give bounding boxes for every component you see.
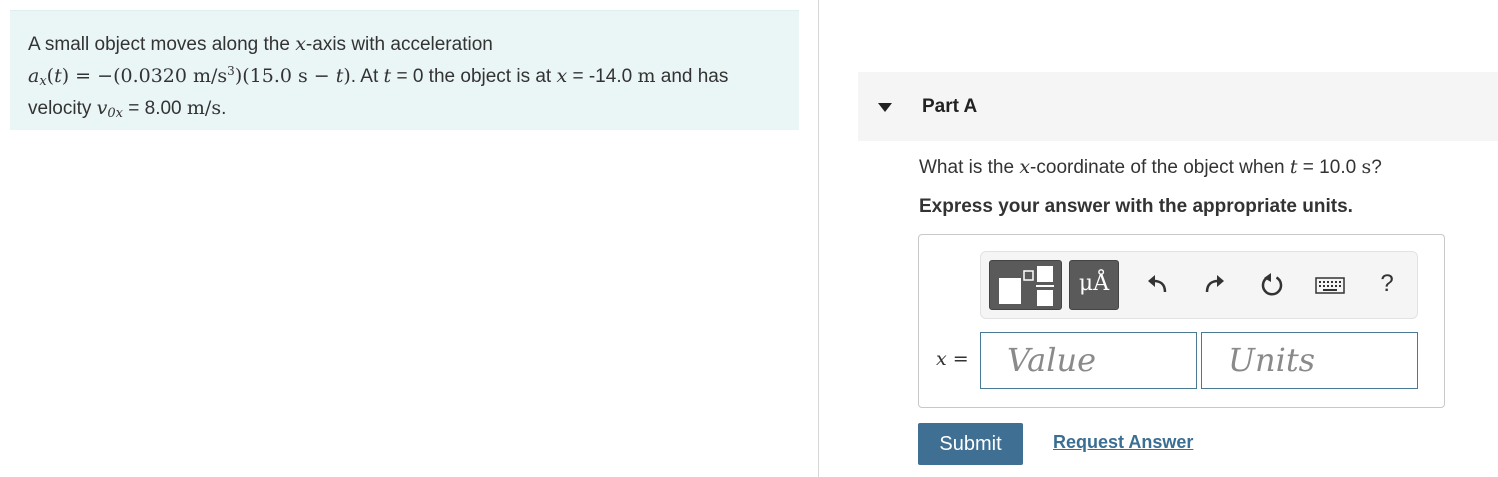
- help-icon[interactable]: ?: [1376, 270, 1398, 298]
- units-input[interactable]: Units: [1201, 332, 1418, 389]
- part-title: Part A: [922, 96, 978, 117]
- reset-button[interactable]: [1257, 270, 1287, 300]
- templates-icon: [999, 266, 1054, 306]
- question-text: What is the x-coordinate of the object w…: [919, 156, 1382, 178]
- redo-button[interactable]: [1199, 270, 1229, 300]
- templates-button[interactable]: [989, 260, 1062, 310]
- part-a-header[interactable]: Part A: [858, 72, 1498, 141]
- page: A small object moves along the x-axis wi…: [0, 0, 1498, 477]
- collapse-caret-icon[interactable]: [878, 103, 892, 112]
- keyboard-icon: [1315, 277, 1345, 294]
- problem-line-3: velocity v0x = 8.00 m/s.: [28, 97, 227, 121]
- request-answer-link[interactable]: Request Answer: [1053, 432, 1193, 453]
- units-button[interactable]: μÅ: [1069, 260, 1119, 310]
- undo-button[interactable]: [1143, 270, 1173, 300]
- variable-label: x =: [936, 348, 969, 370]
- panel-divider: [818, 0, 819, 477]
- redo-icon: [1205, 275, 1224, 293]
- math-toolbar: μÅ ?: [980, 251, 1418, 319]
- instruction-text: Express your answer with the appropriate…: [919, 196, 1353, 217]
- reset-icon: [1261, 273, 1283, 296]
- answer-box: μÅ ? x = Value Units: [918, 234, 1445, 408]
- keyboard-button[interactable]: [1314, 270, 1346, 300]
- submit-button[interactable]: Submit: [918, 423, 1023, 465]
- problem-line-2: ax(t) = −(0.0320 m/s3)(15.0 s − t). At t…: [28, 64, 729, 89]
- undo-icon: [1148, 275, 1167, 293]
- units-icon: μÅ: [1078, 271, 1110, 296]
- problem-statement: A small object moves along the x-axis wi…: [10, 10, 799, 130]
- value-input[interactable]: Value: [980, 332, 1197, 389]
- problem-line-1: A small object moves along the x-axis wi…: [28, 33, 493, 55]
